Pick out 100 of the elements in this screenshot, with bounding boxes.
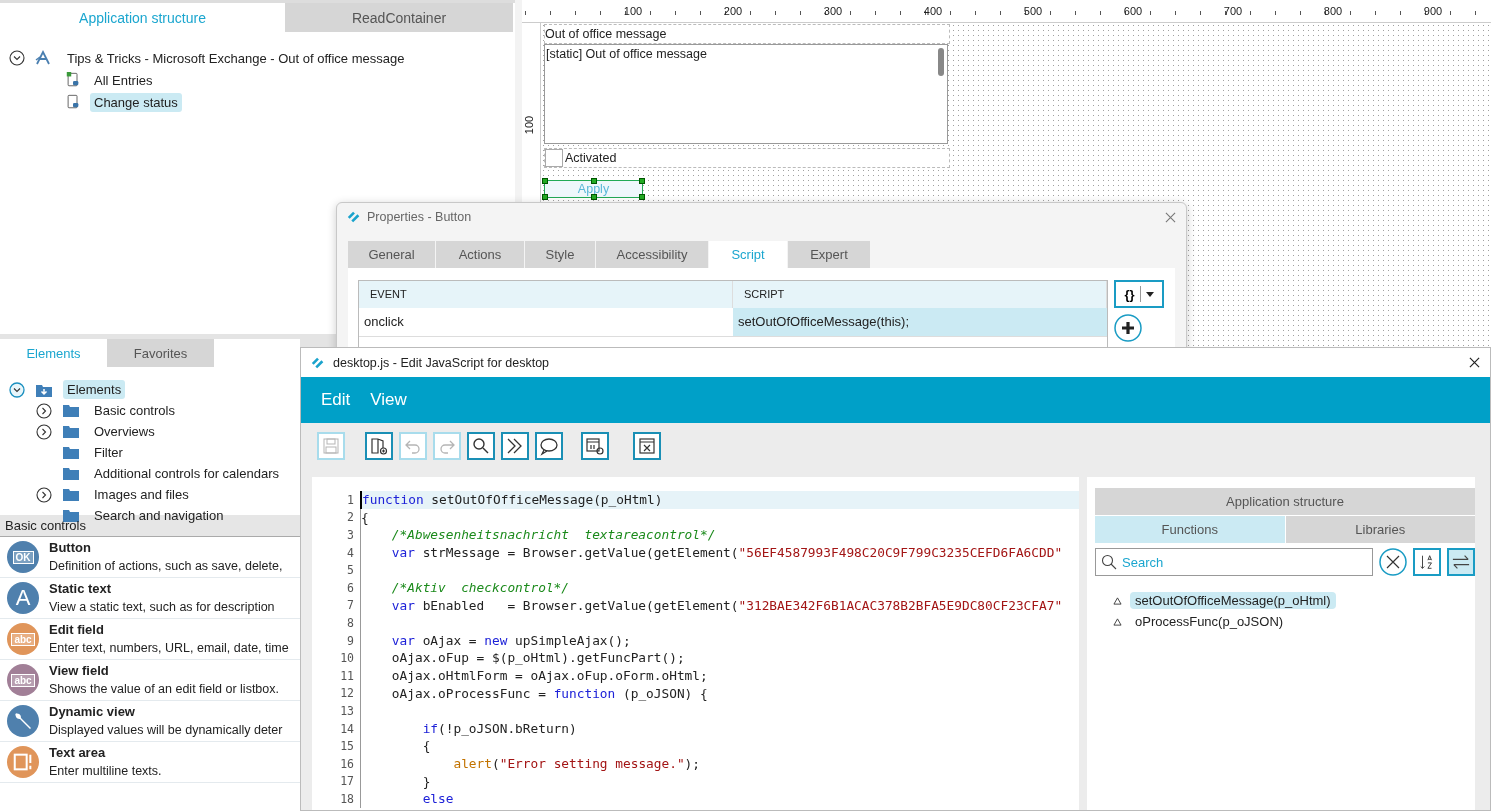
control-item[interactable]: abc Edit field Enter text, numbers, URL, email, date, time [0,619,300,660]
form-label[interactable]: Out of office message [544,24,950,44]
folder-icon [62,402,80,419]
control-description: Enter multiline texts. [49,763,162,780]
line-number: 4 [346,545,354,560]
text-area-control[interactable]: [static] Out of office message [544,44,948,144]
clear-button[interactable] [1379,548,1407,576]
control-item[interactable]: Text area Enter multiline texts. [0,742,300,783]
tree-item[interactable]: Additional controls for calendars [90,464,283,483]
line-number: 17 [339,774,354,789]
collapse-icon[interactable] [9,381,25,398]
control-item[interactable]: abc View field Shows the value of an edit field or listbox. [0,660,300,701]
tree-item[interactable]: Tips & Tricks - Microsoft Exchange - Out of office message [63,48,409,68]
control-description: Displayed values will be dynamically deter [49,722,283,739]
control-title: View field [49,662,110,680]
code-line: { [360,508,1079,527]
search-button[interactable] [467,432,495,460]
collapse-icon[interactable] [9,50,25,66]
tree-item[interactable]: Basic controls [90,401,179,420]
panel-header[interactable]: Application structure [1095,488,1475,515]
checkbox[interactable] [545,149,563,167]
save-icon [321,436,341,456]
window-icon [637,436,657,456]
app-logo-icon [347,210,361,224]
control-title: Text area [49,744,107,762]
control-description: View a static text, such as for description [49,599,275,616]
line-number: 5 [346,563,354,578]
function-item[interactable]: oProcessFunc(p_oJSON) [1130,613,1289,630]
line-number: 14 [339,721,354,736]
ruler-label: 200 [723,5,743,17]
tree-item[interactable]: Search and navigation [90,506,228,525]
line-number: 16 [339,756,354,771]
control-icon: abc [7,664,39,696]
ruler-label: 800 [1323,5,1343,17]
add-icon[interactable] [1114,314,1142,342]
tree-item[interactable]: Elements [63,380,126,399]
code-button[interactable]: {} [1114,280,1164,308]
code-line: var oAjax = new upSimpleAjax(); [360,631,1079,650]
folder-icon [62,423,80,440]
app-icon [35,50,53,66]
control-description: Definition of actions, such as save, delete, [49,558,283,575]
ruler-label: 500 [1023,5,1043,17]
line-number: 1 [346,492,354,507]
column-header: EVENT [359,281,733,308]
line-number: 15 [339,739,354,754]
code-line: { [360,737,1079,755]
dialog-tab[interactable]: Style [525,241,595,268]
line-number: 10 [339,651,354,666]
comment-icon [539,436,559,456]
ruler-label: 600 [1123,5,1143,17]
book-button[interactable] [365,432,393,460]
tree-item[interactable]: All Entries [90,70,157,90]
line-number: 18 [339,791,354,806]
code-editor[interactable] [312,477,1079,810]
dialog-tab[interactable]: General [348,241,435,268]
function-item[interactable]: setOutOfOfficeMessage(p_oHtml) [1130,592,1336,609]
dialog-tab[interactable]: Accessibility [596,241,708,268]
code-line: var strMessage = Browser.getValue(getElement("56EF4587993F498C20C9F799C3235CEFD6FA6CDD" [360,543,1079,562]
control-item[interactable]: Dynamic view Displayed values will be dynamically deter [0,701,300,742]
code-line: alert("Error setting message."); [360,754,1079,773]
comment-button[interactable] [535,432,563,460]
ruler-label: 900 [1423,5,1443,17]
control-icon: A [7,582,39,614]
panel-tab[interactable]: Favorites [107,339,214,367]
panel-tab[interactable]: Functions [1095,516,1285,543]
control-title: Edit field [49,621,105,639]
line-number: 12 [339,686,354,701]
tree-item[interactable]: Images and files [90,485,193,504]
code-line: var bEnabled = Browser.getValue(getElement("312BAE342F6B1ACAC378B2BFA5E9DC80CF23CFA7" [360,596,1079,615]
sort-button[interactable] [1413,548,1441,576]
tree-item[interactable]: Overviews [90,422,159,441]
forward-button[interactable] [501,432,529,460]
dialog-tab[interactable]: Expert [788,241,870,268]
control-item[interactable]: OK Button Definition of actions, such as save, delete, [0,537,300,578]
expand-icon[interactable] [36,402,52,419]
control-item[interactable]: A Static text View a static text, such as for description [0,578,300,619]
calendar-icon [585,436,605,456]
search-icon [1101,554,1117,570]
close-icon[interactable] [1469,357,1480,368]
panel-tab[interactable]: Libraries [1285,516,1475,543]
window-button[interactable] [633,432,661,460]
caret-icon [1145,291,1154,297]
panel-tab[interactable]: ReadContainer [285,3,513,32]
tree-item[interactable]: Filter [90,443,127,462]
ruler-label: 300 [823,5,843,17]
dialog-title: Properties - Button [367,210,472,224]
sort-icon [1418,553,1436,571]
swap-button[interactable] [1447,548,1475,576]
control-icon: OK [7,541,39,573]
function-icon [1113,596,1122,605]
expand-icon[interactable] [36,486,52,503]
swap-icon [1451,553,1471,571]
expand-icon[interactable] [36,423,52,440]
table-cell[interactable]: setOutOfOfficeMessage(this); [733,308,1107,336]
search-field[interactable]: Search [1095,548,1373,576]
dialog-tab[interactable]: Actions [436,241,524,268]
calendar-button[interactable] [581,432,609,460]
window-title: desktop.js - Edit JavaScript for desktop [333,355,550,370]
tree-item[interactable]: Change status [90,92,182,112]
control-description: Enter text, numbers, URL, email, date, time [49,640,289,657]
